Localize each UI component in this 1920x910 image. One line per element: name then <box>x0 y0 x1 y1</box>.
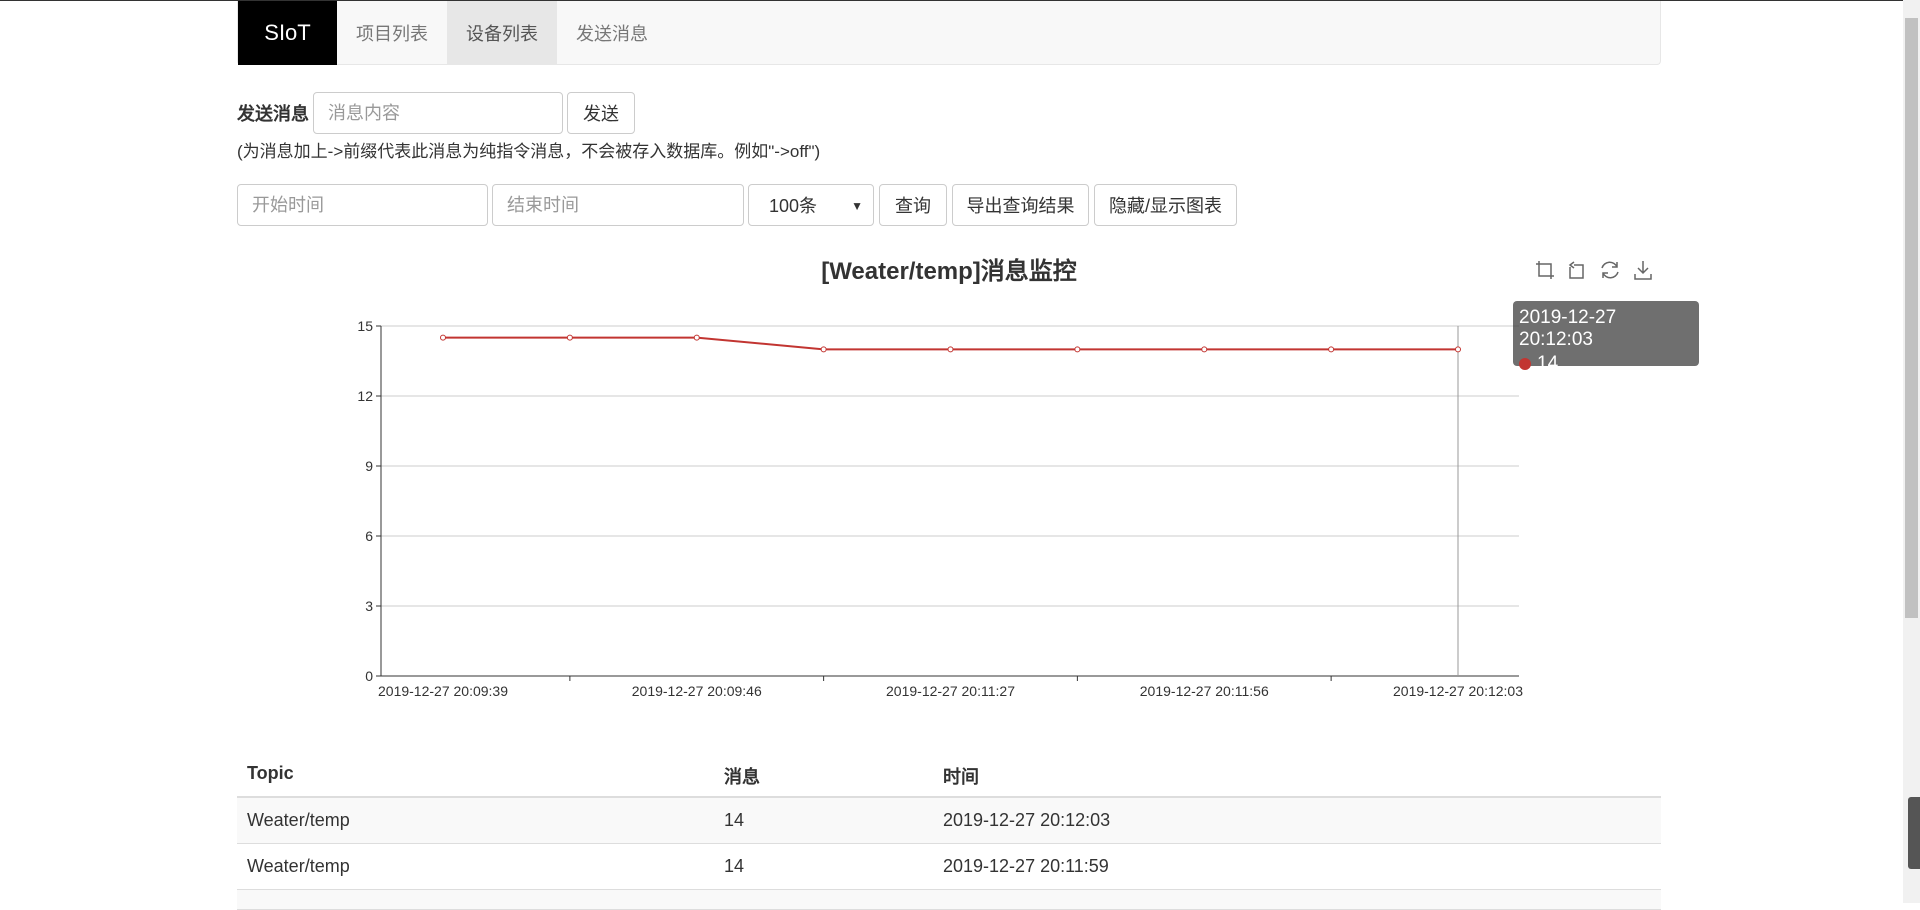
data-point <box>1328 346 1335 353</box>
message-content-input[interactable] <box>313 92 563 134</box>
cell-topic: Weater/temp <box>247 810 350 830</box>
table-row <box>237 890 1661 910</box>
nav-item-send-message[interactable]: 发送消息 <box>557 1 667 65</box>
line-chart[interactable]: 0 3 6 9 12 15 2019-12-27 20:09:39 2019-12-27 20… <box>237 243 1661 713</box>
y-tick-label: 6 <box>365 528 373 544</box>
nav-item-devices[interactable]: 设备列表 <box>447 1 557 65</box>
cell-message: 14 <box>724 810 745 830</box>
send-hint-text: (为消息加上->前缀代表此消息为纯指令消息，不会被存入数据库。例如"->off"… <box>237 142 821 161</box>
cell-time: 2019-12-27 20:12:03 <box>943 810 1111 830</box>
data-point <box>820 346 827 353</box>
x-tick-label: 2019-12-27 20:09:39 <box>378 683 508 699</box>
y-tick-label: 3 <box>365 598 373 614</box>
nav-item-projects[interactable]: 项目列表 <box>337 1 447 65</box>
y-tick-label: 9 <box>365 458 373 474</box>
cell-time: 2019-12-27 20:11:59 <box>943 856 1109 876</box>
chart-tooltip: 2019-12-27 20:12:03 14 <box>1513 301 1699 374</box>
table-row: Weater/temp 14 2019-12-27 20:11:59 <box>237 844 1661 890</box>
send-message-label: 发送消息 <box>237 104 309 124</box>
y-tick-label: 15 <box>357 318 373 334</box>
limit-select[interactable]: 100条 ▼ <box>748 184 874 226</box>
y-tick-label: 0 <box>365 668 373 684</box>
scrollbar-thumb[interactable] <box>1905 18 1918 618</box>
series-color-dot <box>1519 357 1531 370</box>
x-tick-label: 2019-12-27 20:09:46 <box>632 683 762 699</box>
tooltip-time: 2019-12-27 20:12:03 <box>1519 307 1617 350</box>
data-point <box>440 334 446 341</box>
start-time-input[interactable] <box>237 184 488 226</box>
table-header-time: 时间 <box>943 767 979 787</box>
x-tick-label: 2019-12-27 20:11:27 <box>886 683 1015 699</box>
cell-topic: Weater/temp <box>247 856 350 876</box>
data-point <box>1201 346 1208 353</box>
table-row: Weater/temp 14 2019-12-27 20:12:03 <box>237 798 1661 844</box>
data-point <box>1074 346 1081 353</box>
end-time-input[interactable] <box>492 184 744 226</box>
data-point <box>1455 346 1461 353</box>
brand-logo[interactable]: SIoT <box>238 1 337 65</box>
data-point <box>693 334 700 341</box>
limit-select-value: 100条 <box>769 196 818 216</box>
toggle-chart-button[interactable]: 隐藏/显示图表 <box>1094 184 1237 226</box>
cell-message: 14 <box>724 856 745 876</box>
page-scrollbar[interactable] <box>1903 0 1920 903</box>
table-header-message: 消息 <box>724 767 760 787</box>
x-tick-label: 2019-12-27 20:11:56 <box>1140 683 1269 699</box>
side-widget[interactable] <box>1908 797 1920 869</box>
data-point <box>947 346 954 353</box>
tooltip-value-row: 14 <box>1519 353 1693 375</box>
nav-menu: 项目列表 设备列表 发送消息 <box>337 1 667 65</box>
chevron-down-icon: ▼ <box>851 199 863 213</box>
x-tick-label: 2019-12-27 20:12:03 <box>1393 683 1523 699</box>
y-tick-label: 12 <box>357 388 373 404</box>
send-button[interactable]: 发送 <box>567 92 635 134</box>
query-button[interactable]: 查询 <box>879 184 947 226</box>
table-header-topic: Topic <box>247 763 294 783</box>
tooltip-value: 14 <box>1537 353 1559 374</box>
navbar: SIoT 项目列表 设备列表 发送消息 <box>237 1 1661 65</box>
export-results-button[interactable]: 导出查询结果 <box>952 184 1089 226</box>
data-point <box>566 334 573 341</box>
